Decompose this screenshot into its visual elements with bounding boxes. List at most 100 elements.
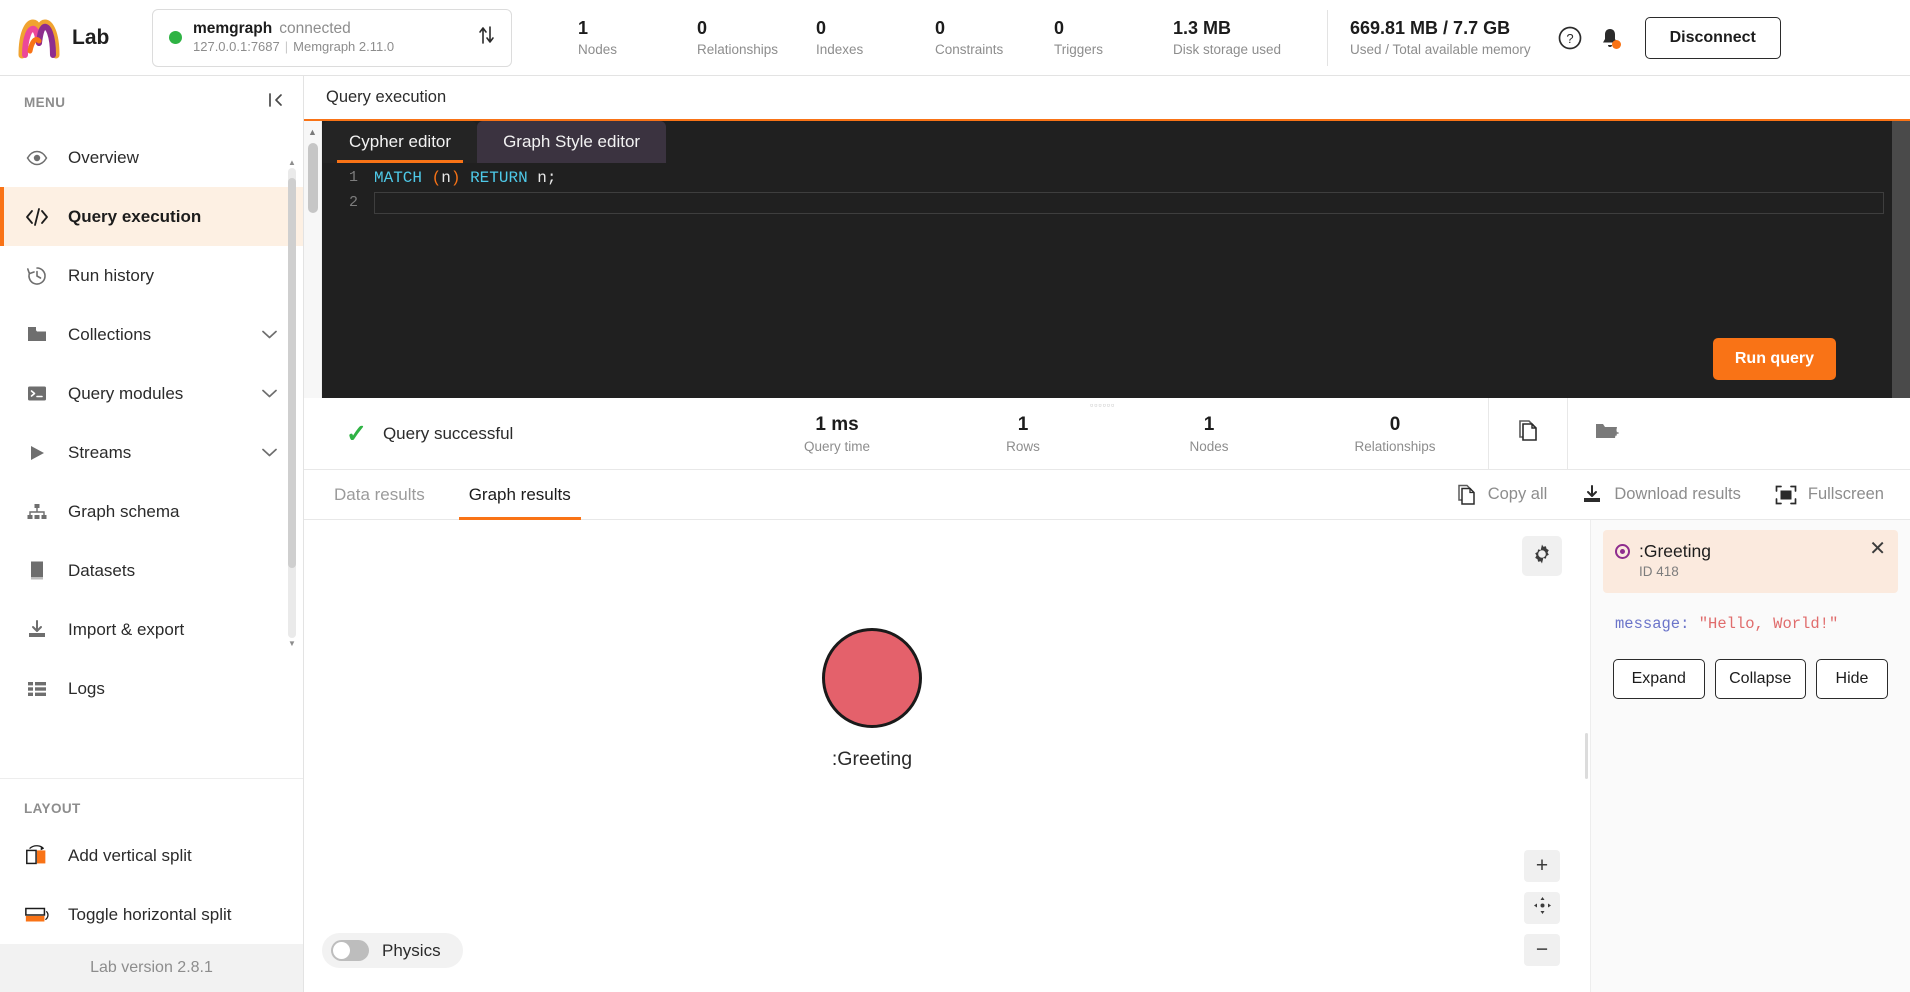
lab-version-footer: Lab version 2.8.1 bbox=[0, 944, 303, 992]
header-divider bbox=[1327, 9, 1328, 66]
sidebar-scroll-thumb[interactable] bbox=[288, 178, 296, 568]
metric-label: Rows bbox=[1006, 438, 1040, 454]
results-actions: Copy all Download results Fullscreen bbox=[1457, 484, 1910, 506]
physics-switch[interactable] bbox=[331, 940, 369, 961]
graph-node-label: :Greeting bbox=[831, 748, 913, 770]
cypher-keyword-return: RETURN bbox=[470, 168, 528, 187]
notification-bell-icon[interactable] bbox=[1593, 21, 1627, 55]
node-panel-titles: :Greeting ID 418 bbox=[1639, 540, 1711, 582]
zoom-fit-button[interactable] bbox=[1524, 892, 1560, 924]
copy-icon bbox=[1457, 484, 1477, 506]
stat-value: 0 bbox=[697, 18, 708, 38]
code-text bbox=[374, 191, 1884, 214]
code-line[interactable]: 1 MATCH (n) RETURN n; bbox=[322, 165, 1892, 190]
download-results-label: Download results bbox=[1614, 485, 1741, 503]
run-query-button[interactable]: Run query bbox=[1712, 338, 1836, 380]
connection-separator: | bbox=[284, 39, 289, 54]
results-body: :Greeting + − Physics:Greeting ID 418 ✕… bbox=[304, 520, 1910, 992]
fullscreen-button[interactable]: Fullscreen bbox=[1775, 485, 1884, 505]
code-area[interactable]: 1 MATCH (n) RETURN n; 2 bbox=[322, 163, 1892, 215]
app-body: MENU Overview Query execution Run histor… bbox=[0, 76, 1910, 992]
sidebar-item-label: Graph schema bbox=[68, 501, 180, 521]
help-circle-icon[interactable]: ? bbox=[1553, 21, 1587, 55]
sidebar-item-collections[interactable]: Collections bbox=[0, 305, 303, 364]
scroll-down-arrow-icon[interactable]: ▼ bbox=[288, 639, 296, 648]
save-to-collection-button[interactable] bbox=[1568, 420, 1646, 447]
code-line[interactable]: 2 bbox=[322, 190, 1892, 215]
copy-all-button[interactable]: Copy all bbox=[1457, 484, 1547, 506]
graph-canvas[interactable]: :Greeting + − Physics bbox=[304, 520, 1582, 992]
sidebar-item-label: Logs bbox=[68, 678, 105, 698]
layout-section-title: LAYOUT bbox=[24, 801, 81, 816]
graph-node[interactable] bbox=[822, 628, 922, 728]
editor-left-scrollbar[interactable]: ▲ bbox=[304, 121, 322, 398]
sidebar-item-label: Query execution bbox=[68, 206, 202, 226]
layout-item-toggle-horizontal-split[interactable]: Toggle horizontal split bbox=[0, 885, 303, 944]
metric-nodes: 1 Nodes bbox=[1116, 412, 1302, 456]
editor-scroll-thumb[interactable] bbox=[308, 143, 318, 213]
stat-label: Disk storage used bbox=[1173, 42, 1282, 57]
sidebar-item-overview[interactable]: Overview bbox=[0, 128, 303, 187]
collapse-button[interactable]: Collapse bbox=[1714, 659, 1806, 699]
connection-status: connected bbox=[279, 20, 351, 37]
chevron-down-icon[interactable] bbox=[262, 327, 277, 342]
zoom-in-button[interactable]: + bbox=[1524, 850, 1560, 882]
copy-query-button[interactable] bbox=[1489, 419, 1567, 448]
editor-right-scrollbar[interactable] bbox=[1892, 121, 1910, 398]
resize-grip[interactable]: ▫▫▫▫▫▫ bbox=[1090, 400, 1124, 407]
stat-label: Nodes bbox=[578, 42, 618, 57]
metric-value: 1 bbox=[1203, 413, 1215, 435]
stat-indexes: 0 Indexes bbox=[816, 16, 935, 59]
sidebar-item-streams[interactable]: Streams bbox=[0, 423, 303, 482]
history-icon bbox=[24, 265, 50, 287]
sidebar-item-query-modules[interactable]: Query modules bbox=[0, 364, 303, 423]
zoom-controls: + − bbox=[1524, 850, 1560, 966]
zoom-out-button[interactable]: − bbox=[1524, 934, 1560, 966]
sidebar-nav: Overview Query execution Run history Col… bbox=[0, 128, 303, 778]
layout-item-add-vertical-split[interactable]: Add vertical split bbox=[0, 826, 303, 885]
connection-card[interactable]: memgraph connected 127.0.0.1:7687 | Memgrap… bbox=[152, 8, 512, 67]
sidebar-item-import-export[interactable]: Import & export bbox=[0, 600, 303, 659]
scroll-up-arrow-icon[interactable]: ▲ bbox=[304, 127, 321, 137]
sidebar-item-graph-schema[interactable]: Graph schema bbox=[0, 482, 303, 541]
close-icon[interactable]: ✕ bbox=[1869, 539, 1886, 559]
play-icon bbox=[24, 443, 50, 463]
tab-graph-style-editor[interactable]: Graph Style editor bbox=[477, 121, 667, 163]
fit-icon bbox=[1533, 896, 1552, 921]
hide-button[interactable]: Hide bbox=[1816, 659, 1888, 699]
chevron-down-icon[interactable] bbox=[262, 445, 277, 460]
app-header: Lab memgraph connected 127.0.0.1:7687 | Mem… bbox=[0, 0, 1910, 76]
sidebar-item-label: Run history bbox=[68, 265, 154, 285]
physics-toggle[interactable]: Physics bbox=[322, 933, 463, 968]
graph-settings-button[interactable] bbox=[1522, 536, 1562, 576]
memory-value: 669.81 MB / 7.7 GB bbox=[1350, 18, 1511, 38]
scroll-up-arrow-icon[interactable]: ▲ bbox=[288, 158, 296, 167]
fullscreen-label: Fullscreen bbox=[1807, 485, 1884, 503]
metric-label: Query time bbox=[803, 438, 871, 454]
stat-label: Constraints bbox=[935, 42, 1004, 57]
panel-resize-handle[interactable] bbox=[1582, 520, 1590, 992]
expand-button[interactable]: Expand bbox=[1613, 659, 1705, 699]
swap-vertical-icon[interactable] bbox=[478, 23, 495, 53]
tab-graph-results[interactable]: Graph results bbox=[455, 470, 585, 520]
schema-icon bbox=[24, 502, 50, 522]
disconnect-button[interactable]: Disconnect bbox=[1644, 16, 1781, 59]
sidebar-item-label: Query modules bbox=[68, 383, 184, 403]
collapse-sidebar-icon[interactable] bbox=[267, 91, 285, 114]
node-panel-header: :Greeting ID 418 ✕ bbox=[1603, 530, 1898, 593]
sidebar-item-logs[interactable]: Logs bbox=[0, 659, 303, 718]
chevron-down-icon[interactable] bbox=[262, 386, 277, 401]
tab-data-results[interactable]: Data results bbox=[320, 470, 439, 520]
sidebar-scrollbar[interactable]: ▲ ▼ bbox=[288, 158, 296, 648]
download-results-button[interactable]: Download results bbox=[1581, 484, 1741, 505]
sidebar-item-label: Streams bbox=[68, 442, 132, 462]
download-icon bbox=[24, 619, 50, 640]
brand: Lab bbox=[0, 15, 152, 61]
horizontal-split-icon bbox=[24, 903, 50, 927]
results-tabbar: Data results Graph results Copy all Down… bbox=[304, 470, 1910, 520]
sidebar-item-query-execution[interactable]: Query execution bbox=[0, 187, 303, 246]
sidebar-item-run-history[interactable]: Run history bbox=[0, 246, 303, 305]
tab-cypher-editor[interactable]: Cypher editor bbox=[323, 121, 478, 163]
sidebar-item-datasets[interactable]: Datasets bbox=[0, 541, 303, 600]
connection-version: Memgraph 2.11.0 bbox=[293, 39, 395, 54]
